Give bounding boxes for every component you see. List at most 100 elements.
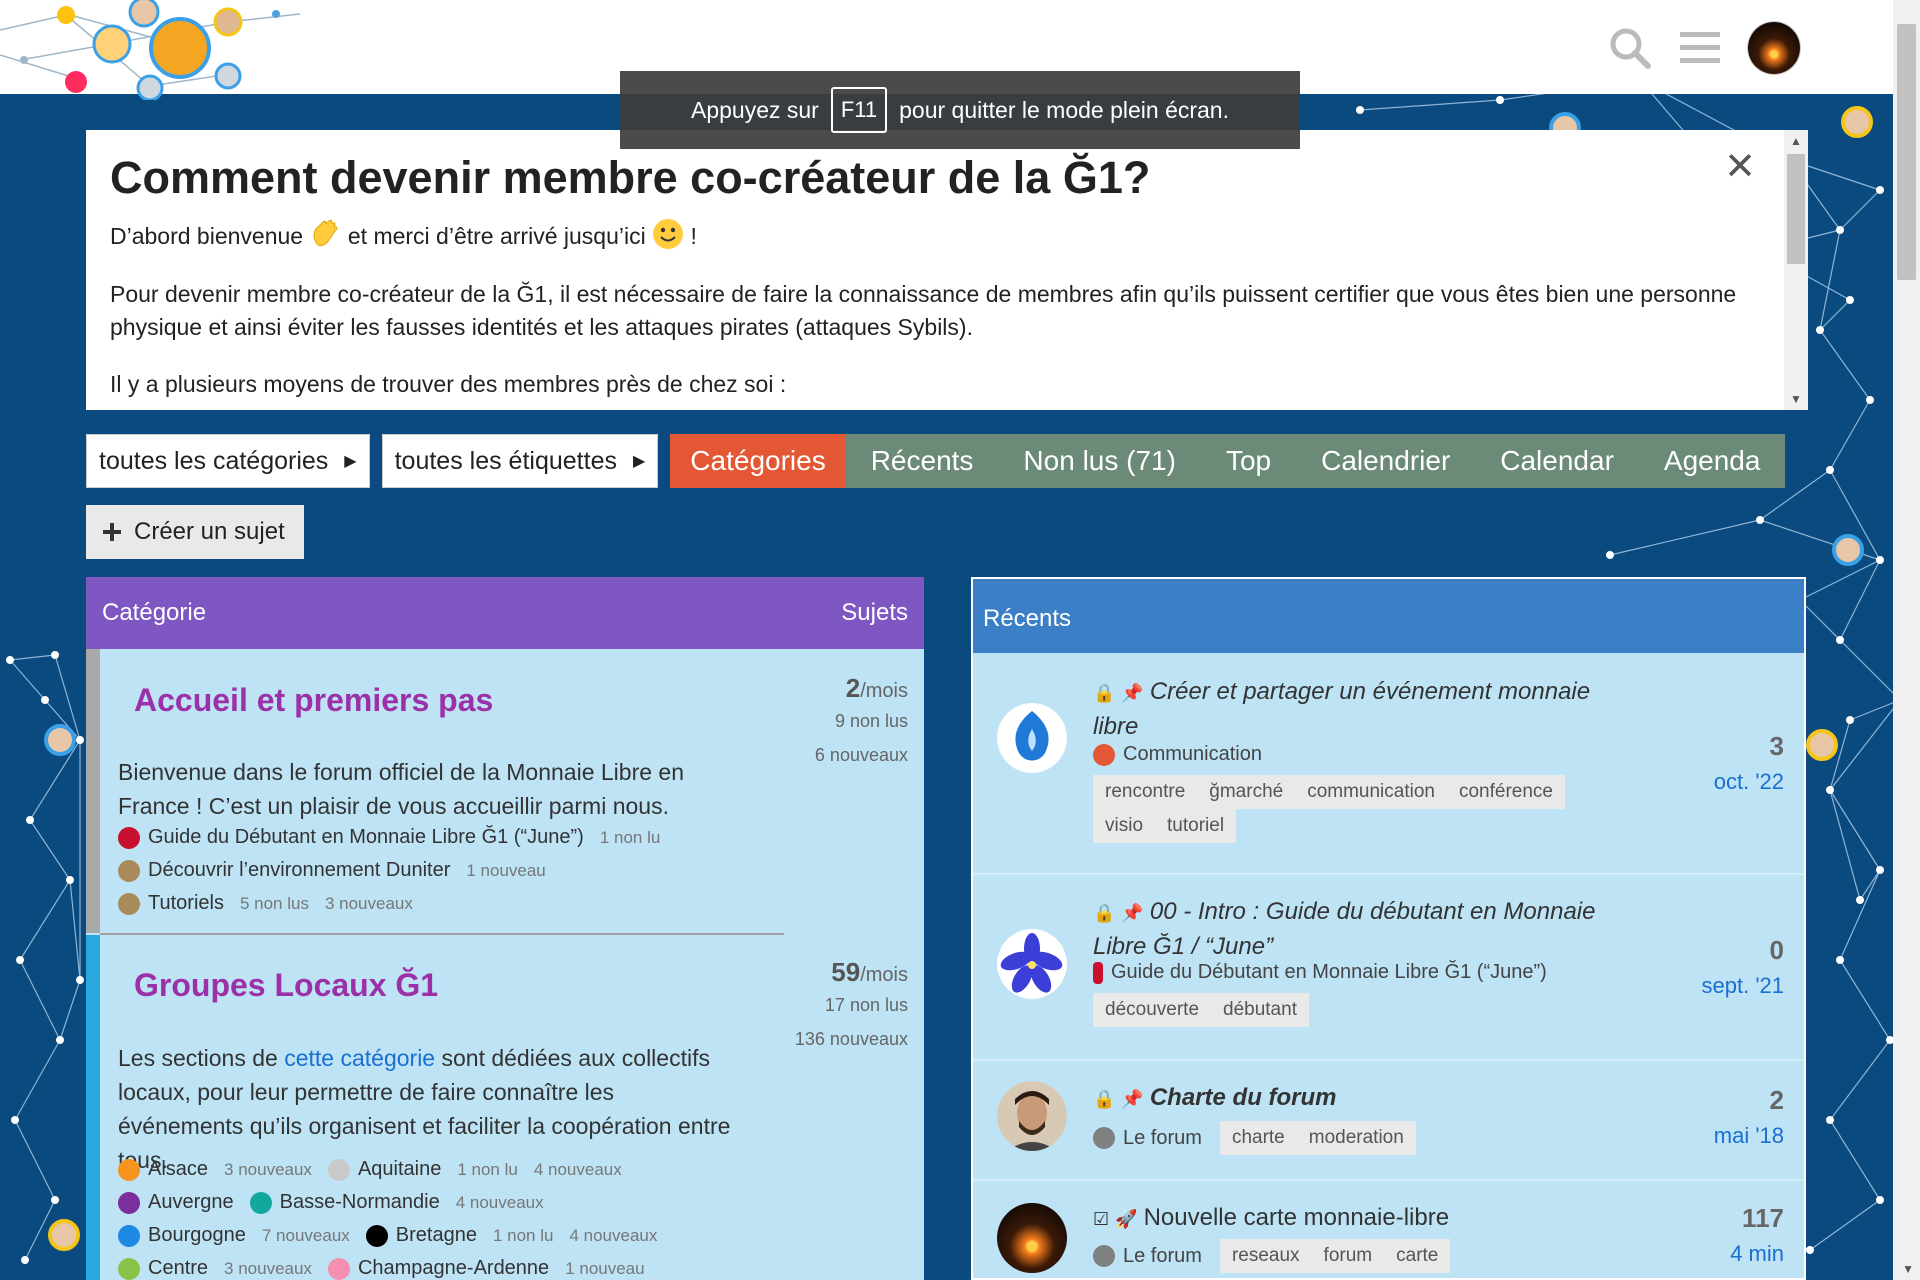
topic-title[interactable]: 🔒 📌 Charte du forum: [1093, 1081, 1613, 1116]
rocket-icon: 🚀: [1115, 1209, 1138, 1229]
user-avatar[interactable]: [1748, 22, 1800, 74]
subcategory-count: 1 non lu: [492, 1225, 554, 1245]
network-link: [69, 879, 81, 981]
tab-agenda[interactable]: Agenda: [1639, 434, 1786, 488]
topic-title-text: Créer et partager un événement monnaie l…: [1093, 678, 1591, 740]
topic-category[interactable]: Guide du Débutant en Monnaie Libre Ğ1 (“…: [1093, 961, 1547, 984]
banner-scrollbar-thumb[interactable]: [1787, 154, 1805, 264]
topic-avatar[interactable]: [997, 703, 1067, 773]
topic-row[interactable]: 🔒 📌 Créer et partager un événement monnaie…: [973, 653, 1804, 875]
pin-icon: 📌: [1121, 903, 1144, 923]
topics-per-month: 59: [831, 957, 861, 987]
topic-category[interactable]: Communication: [1093, 743, 1262, 766]
banner-scrollbar[interactable]: ▲ ▼: [1784, 130, 1808, 410]
subcategory-count: 1 nouveau: [565, 1258, 645, 1278]
unread-count[interactable]: 17 non lus: [795, 988, 908, 1022]
hamburger-menu-icon[interactable]: [1678, 26, 1722, 70]
network-node: [66, 876, 74, 884]
subcategory[interactable]: Découvrir l’environnement Duniter 1 nouv…: [118, 854, 660, 887]
topic-title[interactable]: 🔒 📌 Créer et partager un événement monnaie…: [1093, 675, 1613, 743]
network-node: [1846, 716, 1854, 724]
scroll-down-arrow-icon[interactable]: ▼: [1902, 1262, 1914, 1276]
topic-title[interactable]: 🔒 📌 00 - Intro : Guide du débutant en Monn…: [1093, 895, 1613, 963]
network-link: [9, 654, 56, 661]
network-node: [1606, 551, 1614, 559]
category-name[interactable]: Accueil et premiers pas: [134, 682, 493, 719]
tab-categories[interactable]: Catégories: [670, 434, 846, 488]
page-scrollbar-thumb[interactable]: [1897, 24, 1916, 280]
per-month-unit: /mois: [860, 680, 908, 702]
topic-category[interactable]: Le forum charte moderation: [1093, 1121, 1416, 1155]
recent-header-label: Récents: [983, 605, 1072, 632]
create-topic-button[interactable]: Créer un sujet: [86, 505, 304, 559]
topic-category[interactable]: Le forum reseaux forum carte: [1093, 1239, 1451, 1273]
tag[interactable]: forum: [1311, 1239, 1385, 1273]
tag[interactable]: rencontre: [1093, 775, 1198, 809]
topic-title[interactable]: ☑ 🚀 Nouvelle carte monnaie-libre: [1093, 1201, 1613, 1236]
category-color-dot: [1093, 1245, 1115, 1267]
tag[interactable]: débutant: [1211, 993, 1309, 1027]
tag[interactable]: découverte: [1093, 993, 1212, 1027]
per-month-unit: /mois: [860, 964, 908, 986]
network-link: [59, 979, 81, 1041]
lock-icon: 🔒: [1093, 683, 1116, 703]
tag[interactable]: moderation: [1296, 1121, 1416, 1155]
tab-recent[interactable]: Récents: [846, 434, 999, 488]
nav-tabs: Catégories Récents Non lus (71) Top Cale…: [670, 434, 1786, 488]
topic-avatar[interactable]: [997, 1203, 1067, 1273]
tag[interactable]: reseaux: [1219, 1239, 1312, 1273]
tab-calendrier[interactable]: Calendrier: [1296, 434, 1475, 488]
subcategory-count: 4 nouveaux: [569, 1225, 658, 1245]
tag[interactable]: communication: [1295, 775, 1447, 809]
categories-dropdown[interactable]: toutes les catégories ▶: [86, 434, 370, 488]
search-icon[interactable]: [1608, 26, 1652, 70]
subcategory[interactable]: Bretagne 1 non lu 4 nouveaux: [365, 1224, 658, 1247]
tag[interactable]: ğmarché: [1197, 775, 1296, 809]
tag[interactable]: tutoriel: [1155, 809, 1237, 843]
tag[interactable]: carte: [1384, 1239, 1451, 1273]
category-name[interactable]: Groupes Locaux Ğ1: [134, 967, 438, 1004]
subcategory[interactable]: Bourgogne 7 nouveaux: [118, 1224, 350, 1247]
activity-date[interactable]: oct. '22: [1714, 769, 1784, 795]
tag[interactable]: conférence: [1446, 775, 1565, 809]
subcategory[interactable]: Guide du Débutant en Monnaie Libre Ğ1 (“…: [118, 821, 660, 854]
subcategory[interactable]: Auvergne: [118, 1191, 234, 1214]
close-icon[interactable]: ✕: [1724, 144, 1756, 189]
site-logo[interactable]: [0, 0, 300, 100]
scroll-up-arrow-icon[interactable]: ▲: [1790, 134, 1802, 148]
new-count[interactable]: 6 nouveaux: [815, 738, 908, 772]
subcategory[interactable]: Basse-Normandie 4 nouveaux: [249, 1191, 544, 1214]
topic-avatar[interactable]: [997, 1081, 1067, 1151]
page-scrollbar[interactable]: [1893, 0, 1920, 1280]
tab-calendar[interactable]: Calendar: [1475, 434, 1639, 488]
topic-avatar[interactable]: [997, 929, 1067, 999]
subcategory[interactable]: Centre 3 nouveaux: [118, 1257, 312, 1280]
plus-icon: [103, 523, 121, 541]
tag[interactable]: visio: [1093, 809, 1156, 843]
subcategory[interactable]: Alsace 3 nouveaux: [118, 1158, 312, 1181]
subcategory[interactable]: Tutoriels 5 non lus 3 nouveaux: [118, 887, 660, 920]
category-link[interactable]: cette catégorie: [284, 1045, 435, 1071]
subcategory-color-dot: [118, 1224, 140, 1247]
scroll-down-arrow-icon[interactable]: ▼: [1790, 392, 1802, 406]
tab-top[interactable]: Top: [1201, 434, 1296, 488]
new-count[interactable]: 136 nouveaux: [795, 1022, 908, 1056]
subcategory[interactable]: Champagne-Ardenne 1 nouveau: [327, 1257, 645, 1280]
tags-dropdown[interactable]: toutes les étiquettes ▶: [381, 434, 659, 488]
activity-date[interactable]: 4 min: [1730, 1241, 1784, 1267]
topics-per-month: 2: [845, 673, 861, 703]
network-link: [1829, 789, 1881, 871]
smiley-icon: [653, 219, 684, 249]
subcategory-name: Bourgogne: [148, 1224, 246, 1246]
topic-row[interactable]: 🔒 📌 Charte du forum Le forum charte modera…: [973, 1061, 1804, 1181]
network-node: [1876, 866, 1884, 874]
tag[interactable]: charte: [1219, 1121, 1297, 1155]
subcategory[interactable]: Aquitaine 1 non lu 4 nouveaux: [327, 1158, 622, 1181]
tab-unread[interactable]: Non lus (71): [998, 434, 1201, 488]
activity-date[interactable]: mai '18: [1714, 1123, 1784, 1149]
subcategory-count: 3 nouveaux: [224, 1258, 312, 1278]
topic-row[interactable]: 🔒 📌 00 - Intro : Guide du débutant en Monn…: [973, 875, 1804, 1061]
unread-count[interactable]: 9 non lus: [815, 704, 908, 738]
topic-row[interactable]: ☑ 🚀 Nouvelle carte monnaie-libre Le forum …: [973, 1181, 1804, 1278]
activity-date[interactable]: sept. '21: [1702, 973, 1784, 999]
